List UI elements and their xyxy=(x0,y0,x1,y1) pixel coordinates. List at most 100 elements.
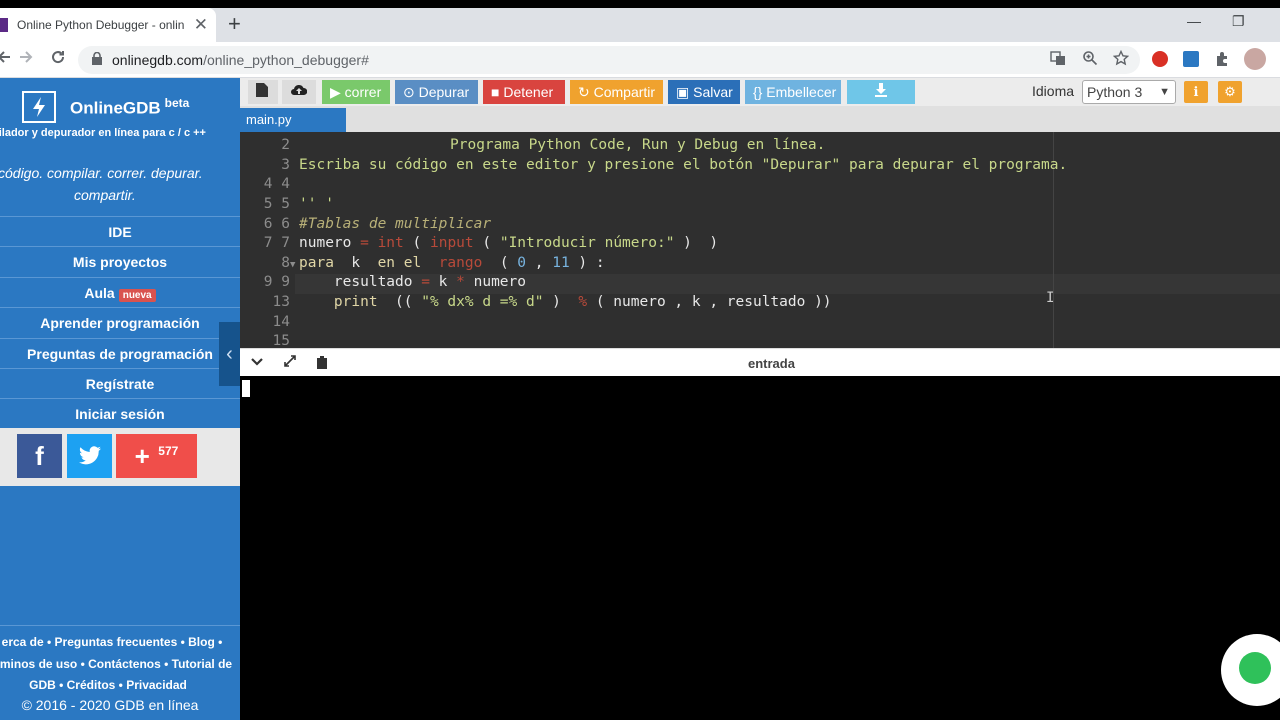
tab-close-icon[interactable]: ✕ xyxy=(194,16,208,34)
line-number: 2 xyxy=(281,137,290,153)
copyright: © 2016 - 2020 GDB en línea xyxy=(21,697,199,713)
run-button[interactable]: ▶ correr xyxy=(322,80,390,104)
sidebar-item-sign-up[interactable]: Regístrate xyxy=(0,368,240,398)
menu-label: Preguntas de programación xyxy=(27,346,213,362)
share-button[interactable]: ↻ Compartir xyxy=(570,80,663,104)
debug-button[interactable]: ⊙ Depurar xyxy=(395,80,478,104)
menu-label: IDE xyxy=(108,224,132,240)
chevron-down-icon[interactable] xyxy=(251,355,263,371)
download-button[interactable] xyxy=(847,80,915,104)
browser-tab[interactable]: Online Python Debugger - online ✕ xyxy=(0,8,216,42)
footer-links-line-2[interactable]: minos de uso • Contáctenos • Tutorial de xyxy=(0,657,236,671)
bookmark-star-icon[interactable] xyxy=(1112,49,1130,70)
sidebar-item-login[interactable]: Iniciar sesión xyxy=(0,398,240,428)
sidebar-item-my-projects[interactable]: Mis proyectos xyxy=(0,246,240,276)
language-label: Idioma xyxy=(1032,83,1075,99)
io-mode-label: entrada xyxy=(748,356,795,371)
run-label: correr xyxy=(344,84,382,100)
sidebar-item-classroom[interactable]: Aula nueva xyxy=(0,277,240,307)
gear-icon[interactable]: ⚙ xyxy=(1218,81,1242,103)
menu-label: Aula xyxy=(84,285,115,301)
url-text[interactable]: onlinegdb.com/online_python_debugger# xyxy=(112,52,369,68)
save-icon: ▣ xyxy=(676,84,690,100)
extension-blue-icon[interactable] xyxy=(1183,51,1199,67)
download-icon xyxy=(875,83,887,97)
new-tab-icon[interactable]: + xyxy=(228,13,241,35)
url-path: /online_python_debugger# xyxy=(203,52,369,68)
zoom-icon[interactable] xyxy=(1082,50,1098,70)
console-cursor xyxy=(242,380,250,397)
stop-icon: ■ xyxy=(491,84,500,100)
minimize-icon[interactable]: — xyxy=(1187,13,1201,29)
info-icon[interactable]: ℹ xyxy=(1184,81,1208,103)
beautify-label: {} Embellecer xyxy=(753,84,837,100)
lightning-logo-icon[interactable] xyxy=(22,91,56,123)
code-line: '' ' xyxy=(299,196,334,212)
extension-red-icon[interactable] xyxy=(1152,51,1168,67)
footer-links-line-1[interactable]: erca de • Preguntas frecuentes • Blog • xyxy=(0,635,232,649)
tagline: pilador y depurador en línea para c / c … xyxy=(0,127,206,139)
facebook-icon[interactable]: f xyxy=(17,434,62,478)
line-number: 9 9 xyxy=(263,274,290,290)
footer-links-line-3[interactable]: GDB • Créditos • Privacidad xyxy=(0,678,228,692)
sidebar-item-learn-programming[interactable]: Aprender programación xyxy=(0,307,240,337)
line-number: 6 6 xyxy=(263,216,290,232)
code-line: resultado = k * numero xyxy=(299,274,526,290)
line-number: 4 4 xyxy=(263,176,290,192)
translate-icon[interactable] xyxy=(1050,50,1066,70)
beautify-button[interactable]: {} Embellecer xyxy=(745,80,841,104)
save-button[interactable]: ▣ Salvar xyxy=(668,80,740,104)
back-arrow-icon[interactable] xyxy=(0,48,12,70)
sidebar-item-ide[interactable]: IDE xyxy=(0,216,240,246)
menu-label: Aprender programación xyxy=(40,315,200,331)
twitter-icon[interactable] xyxy=(67,434,112,478)
collapse-sidebar-chevron-icon[interactable]: ‹ xyxy=(219,322,240,386)
line-number: 8 xyxy=(281,255,290,271)
code-line: para k en el rango ( 0 , 11 ) : xyxy=(299,255,605,271)
share-plus-button[interactable]: + 577 xyxy=(116,434,197,478)
logo-text[interactable]: OnlineGDB beta xyxy=(70,96,189,119)
sidebar-item-programming-questions[interactable]: Preguntas de programación xyxy=(0,338,240,368)
code-line: numero = int ( input ( "Introducir númer… xyxy=(299,235,719,251)
expand-icon[interactable] xyxy=(284,355,296,371)
share-count: 577 xyxy=(158,444,179,458)
slogan-line-2: compartir. xyxy=(74,187,136,203)
onlinegdb-favicon-icon xyxy=(0,18,8,32)
file-tab-main-py[interactable]: main.py xyxy=(240,108,346,132)
console-output[interactable] xyxy=(240,376,1280,720)
line-number: 13 xyxy=(272,294,290,310)
reload-icon[interactable] xyxy=(50,48,66,70)
menu-label: Mis proyectos xyxy=(72,254,168,270)
debug-icon: ⊙ xyxy=(403,84,415,100)
browser-address-bar: onlinegdb.com/online_python_debugger# xyxy=(0,42,1280,78)
code-line: Escriba su código en este editor y presi… xyxy=(299,157,1068,173)
omnibox[interactable]: onlinegdb.com/online_python_debugger# xyxy=(78,46,1140,74)
io-panel-header: entrada xyxy=(240,348,1280,376)
upload-icon[interactable] xyxy=(282,80,316,104)
stop-button[interactable]: ■ Detener xyxy=(483,80,565,104)
sidebar: OnlineGDB beta pilador y depurador en lín… xyxy=(0,78,240,720)
screen-top-strip xyxy=(0,0,1280,8)
line-number: 5 5 xyxy=(263,196,290,212)
slogan-line-1: código. compilar. correr. depurar. xyxy=(0,165,203,181)
logo-name: OnlineGDB xyxy=(70,98,161,118)
stop-label: Detener xyxy=(503,84,554,100)
copy-clipboard-icon[interactable] xyxy=(316,355,328,373)
url-host: onlinegdb.com xyxy=(112,52,204,68)
extensions-puzzle-icon[interactable] xyxy=(1214,51,1230,72)
beta-label: beta xyxy=(164,96,190,110)
fold-arrow-icon[interactable]: ▼ xyxy=(290,260,295,270)
forward-arrow-icon[interactable] xyxy=(18,48,34,70)
language-select[interactable]: Python 3 ▼ xyxy=(1082,80,1176,104)
profile-avatar[interactable] xyxy=(1244,48,1266,70)
line-number: 3 xyxy=(281,157,290,173)
language-value: Python 3 xyxy=(1087,84,1143,100)
lock-icon[interactable] xyxy=(92,51,102,65)
new-file-icon[interactable] xyxy=(248,80,278,104)
browser-tab-bar: Online Python Debugger - online ✕ + — ❐ xyxy=(0,8,1280,42)
line-number: 15 xyxy=(272,333,290,348)
restore-icon[interactable]: ❐ xyxy=(1232,13,1245,30)
code-editor[interactable]: 2 3 4 4 5 5 6 6 7 7 8 9 9 13 14 15 ▼ Pro… xyxy=(240,132,1280,348)
tab-title: Online Python Debugger - online xyxy=(17,18,185,32)
line-number-gutter: 2 3 4 4 5 5 6 6 7 7 8 9 9 13 14 15 xyxy=(240,132,295,348)
